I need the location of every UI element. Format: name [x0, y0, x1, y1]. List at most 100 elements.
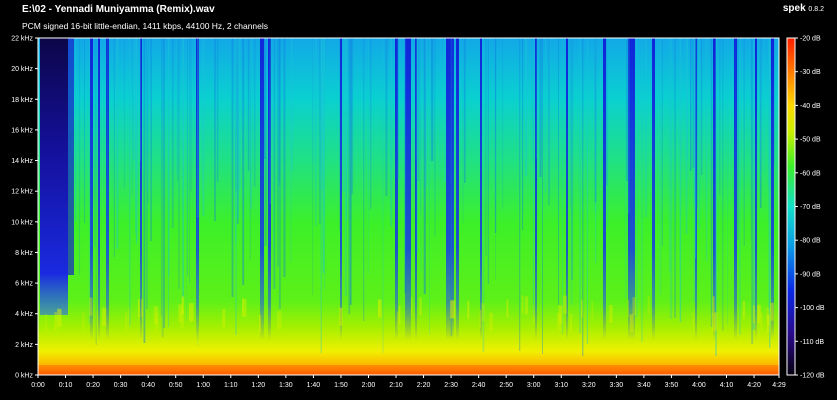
spectral-streak: [147, 38, 148, 192]
freq-tick-label: 10 kHz: [11, 219, 33, 226]
spectral-streak: [635, 38, 638, 317]
time-tick-label: 1:10: [224, 382, 238, 389]
spectral-band: [562, 295, 567, 314]
spectral-streak: [363, 38, 365, 321]
spectral-streak: [237, 38, 239, 219]
spectral-streak: [570, 38, 573, 305]
spectral-streak: [176, 38, 179, 175]
time-tick-label: 1:20: [252, 382, 266, 389]
spectral-streak: [645, 38, 647, 217]
spectral-streak: [719, 38, 721, 195]
spectral-streak: [495, 38, 496, 280]
spectral-streak: [674, 38, 676, 318]
spectral-streak: [189, 38, 190, 283]
spectral-streak: [771, 38, 774, 340]
spectral-streak: [312, 38, 315, 162]
spectral-streak: [722, 38, 724, 331]
db-tick-label: -110 dB: [800, 339, 824, 346]
spectral-streak: [763, 38, 765, 170]
spectral-streak: [569, 38, 571, 207]
spectral-streak: [133, 38, 135, 160]
spectral-band: [181, 296, 184, 315]
spectral-streak: [420, 38, 422, 271]
spectral-band: [532, 305, 534, 324]
spectral-streak: [187, 38, 188, 276]
spectral-streak: [182, 38, 184, 298]
time-tick-label: 1:00: [196, 382, 210, 389]
time-tick-label: 2:00: [362, 382, 376, 389]
spectral-streak: [216, 38, 219, 182]
spectral-band: [627, 299, 629, 318]
db-color-scale: -20 dB -30 dB -40 dB -50 dB -60 dB -70 dB -80 …: [786, 36, 825, 380]
spectral-streak: [661, 38, 663, 246]
spectral-streak: [698, 38, 701, 229]
spectral-streak: [278, 38, 281, 309]
spectral-band: [54, 312, 57, 331]
spectral-band: [506, 299, 509, 318]
spectral-streak: [760, 38, 761, 177]
spectral-streak: [755, 38, 757, 340]
time-tick-label: 0:20: [86, 382, 100, 389]
spectral-streak: [137, 38, 138, 240]
spectral-streak: [168, 38, 169, 327]
spectral-streak: [273, 38, 274, 248]
time-tick-label: 2:30: [444, 382, 458, 389]
spectral-streak: [750, 38, 752, 241]
spectral-streak: [641, 38, 643, 342]
spectral-streak: [519, 38, 521, 351]
low-freq-band: [38, 365, 779, 375]
spectral-streak: [539, 38, 542, 177]
spectral-band: [629, 314, 634, 333]
spectral-streak: [690, 38, 692, 171]
freq-tick-label: 16 kHz: [11, 127, 33, 134]
spectral-streak: [250, 38, 253, 209]
spectral-streak: [561, 38, 564, 334]
spectral-streak: [462, 38, 464, 223]
spectral-streak: [735, 38, 736, 229]
spectral-band: [140, 299, 144, 318]
spectral-band: [770, 302, 774, 321]
spectral-band: [377, 299, 382, 318]
time-tick-label: 2:50: [499, 382, 513, 389]
spectral-band: [259, 314, 261, 333]
spectral-band: [632, 297, 636, 316]
time-tick-label: 1:30: [279, 382, 293, 389]
spectral-streak: [404, 38, 406, 293]
spectrogram-view: 0 kHz 2 kHz 4 kHz 6 kHz 8 kHz 10 kHz 12 kHz 14 …: [11, 36, 825, 390]
spectral-streak: [652, 38, 655, 340]
time-tick-label: 0:40: [141, 382, 155, 389]
time-tick-label: 3:50: [665, 382, 679, 389]
spectral-streak: [163, 38, 165, 328]
spectral-streak: [533, 38, 534, 316]
time-tick-label: 3:00: [527, 382, 541, 389]
spectral-streak: [382, 38, 384, 353]
spectral-streak: [132, 38, 133, 195]
frequency-axis: 0 kHz 2 kHz 4 kHz 6 kHz 8 kHz 10 kHz 12 kHz 14 …: [11, 36, 38, 380]
spectral-streak: [342, 38, 345, 192]
spectral-band: [521, 295, 524, 314]
spectral-band: [276, 311, 282, 330]
spectral-streak: [348, 38, 351, 314]
spectral-band: [479, 309, 482, 328]
spectral-band: [581, 299, 583, 318]
spectral-streak: [75, 38, 77, 221]
spectral-streak: [235, 38, 237, 243]
spectral-streak: [247, 38, 250, 171]
spectral-streak: [214, 38, 216, 221]
time-tick-label: 1:40: [307, 382, 321, 389]
spectral-band: [189, 303, 194, 322]
spectral-streak: [425, 38, 427, 187]
spectral-band: [45, 314, 48, 333]
spectral-band: [692, 312, 695, 331]
spectral-streak: [535, 38, 537, 159]
spectral-streak: [253, 38, 256, 187]
time-tick-label: 4:10: [720, 382, 734, 389]
spectral-streak: [277, 38, 279, 267]
time-tick-label: 2:40: [472, 382, 486, 389]
spectral-streak: [123, 38, 125, 189]
spectral-streak: [319, 38, 321, 224]
spectral-streak: [774, 38, 775, 163]
spectral-streak: [696, 38, 698, 208]
freq-tick-label: 6 kHz: [15, 281, 33, 288]
spectral-streak: [106, 38, 109, 257]
